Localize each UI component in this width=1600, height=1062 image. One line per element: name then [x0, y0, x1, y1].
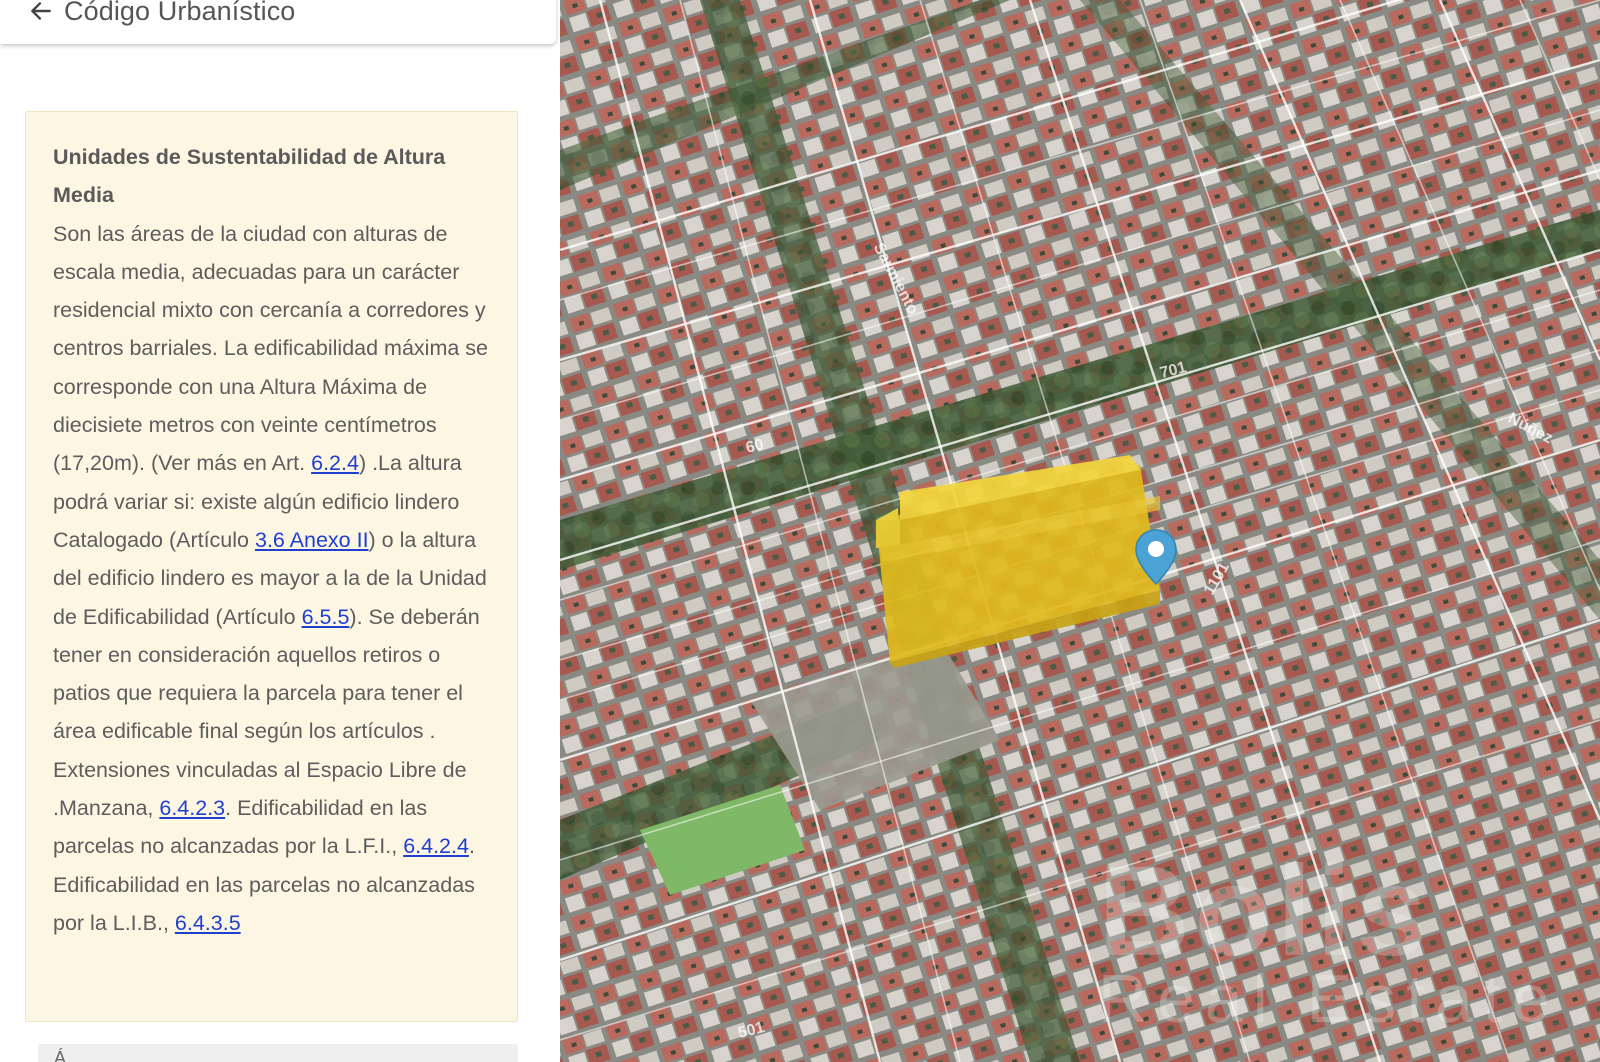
- page-title: Código Urbanístico: [64, 0, 296, 26]
- zoning-title: Unidades de Sustentabilidad de Altura Me…: [53, 145, 446, 208]
- zoning-description: Unidades de Sustentabilidad de Altura Me…: [53, 138, 501, 942]
- map-pin-icon[interactable]: [1134, 528, 1178, 586]
- article-link-6-5-5[interactable]: 6.5.5: [302, 605, 350, 629]
- panel-header: Código Urbanístico: [0, 0, 556, 44]
- description-text-4: ). Se deberán tener en consideración aqu…: [53, 604, 480, 821]
- arrow-left-icon: [31, 2, 51, 20]
- article-link-6-4-3-5[interactable]: 6.4.3.5: [175, 911, 241, 935]
- watermark-subtitle: Real Estate: [1098, 961, 1560, 1037]
- description-text-1: Son las áreas de la ciudad con alturas d…: [53, 221, 488, 476]
- zoning-info-card: Unidades de Sustentabilidad de Altura Me…: [25, 111, 518, 1022]
- article-link-6-4-2-4[interactable]: 6.4.2.4: [403, 834, 469, 858]
- article-link-6-4-2-3[interactable]: 6.4.2.3: [159, 796, 225, 820]
- article-link-6-2-4[interactable]: 6.2.4: [311, 451, 359, 475]
- back-button[interactable]: [28, 0, 58, 28]
- article-link-3-6-anexo-ii[interactable]: 3.6 Anexo II: [255, 528, 369, 552]
- next-section-label: Á: [54, 1048, 67, 1062]
- next-section-card[interactable]: Á: [38, 1044, 518, 1062]
- side-panel: Código Urbanístico Unidades de Sustentab…: [0, 0, 560, 1062]
